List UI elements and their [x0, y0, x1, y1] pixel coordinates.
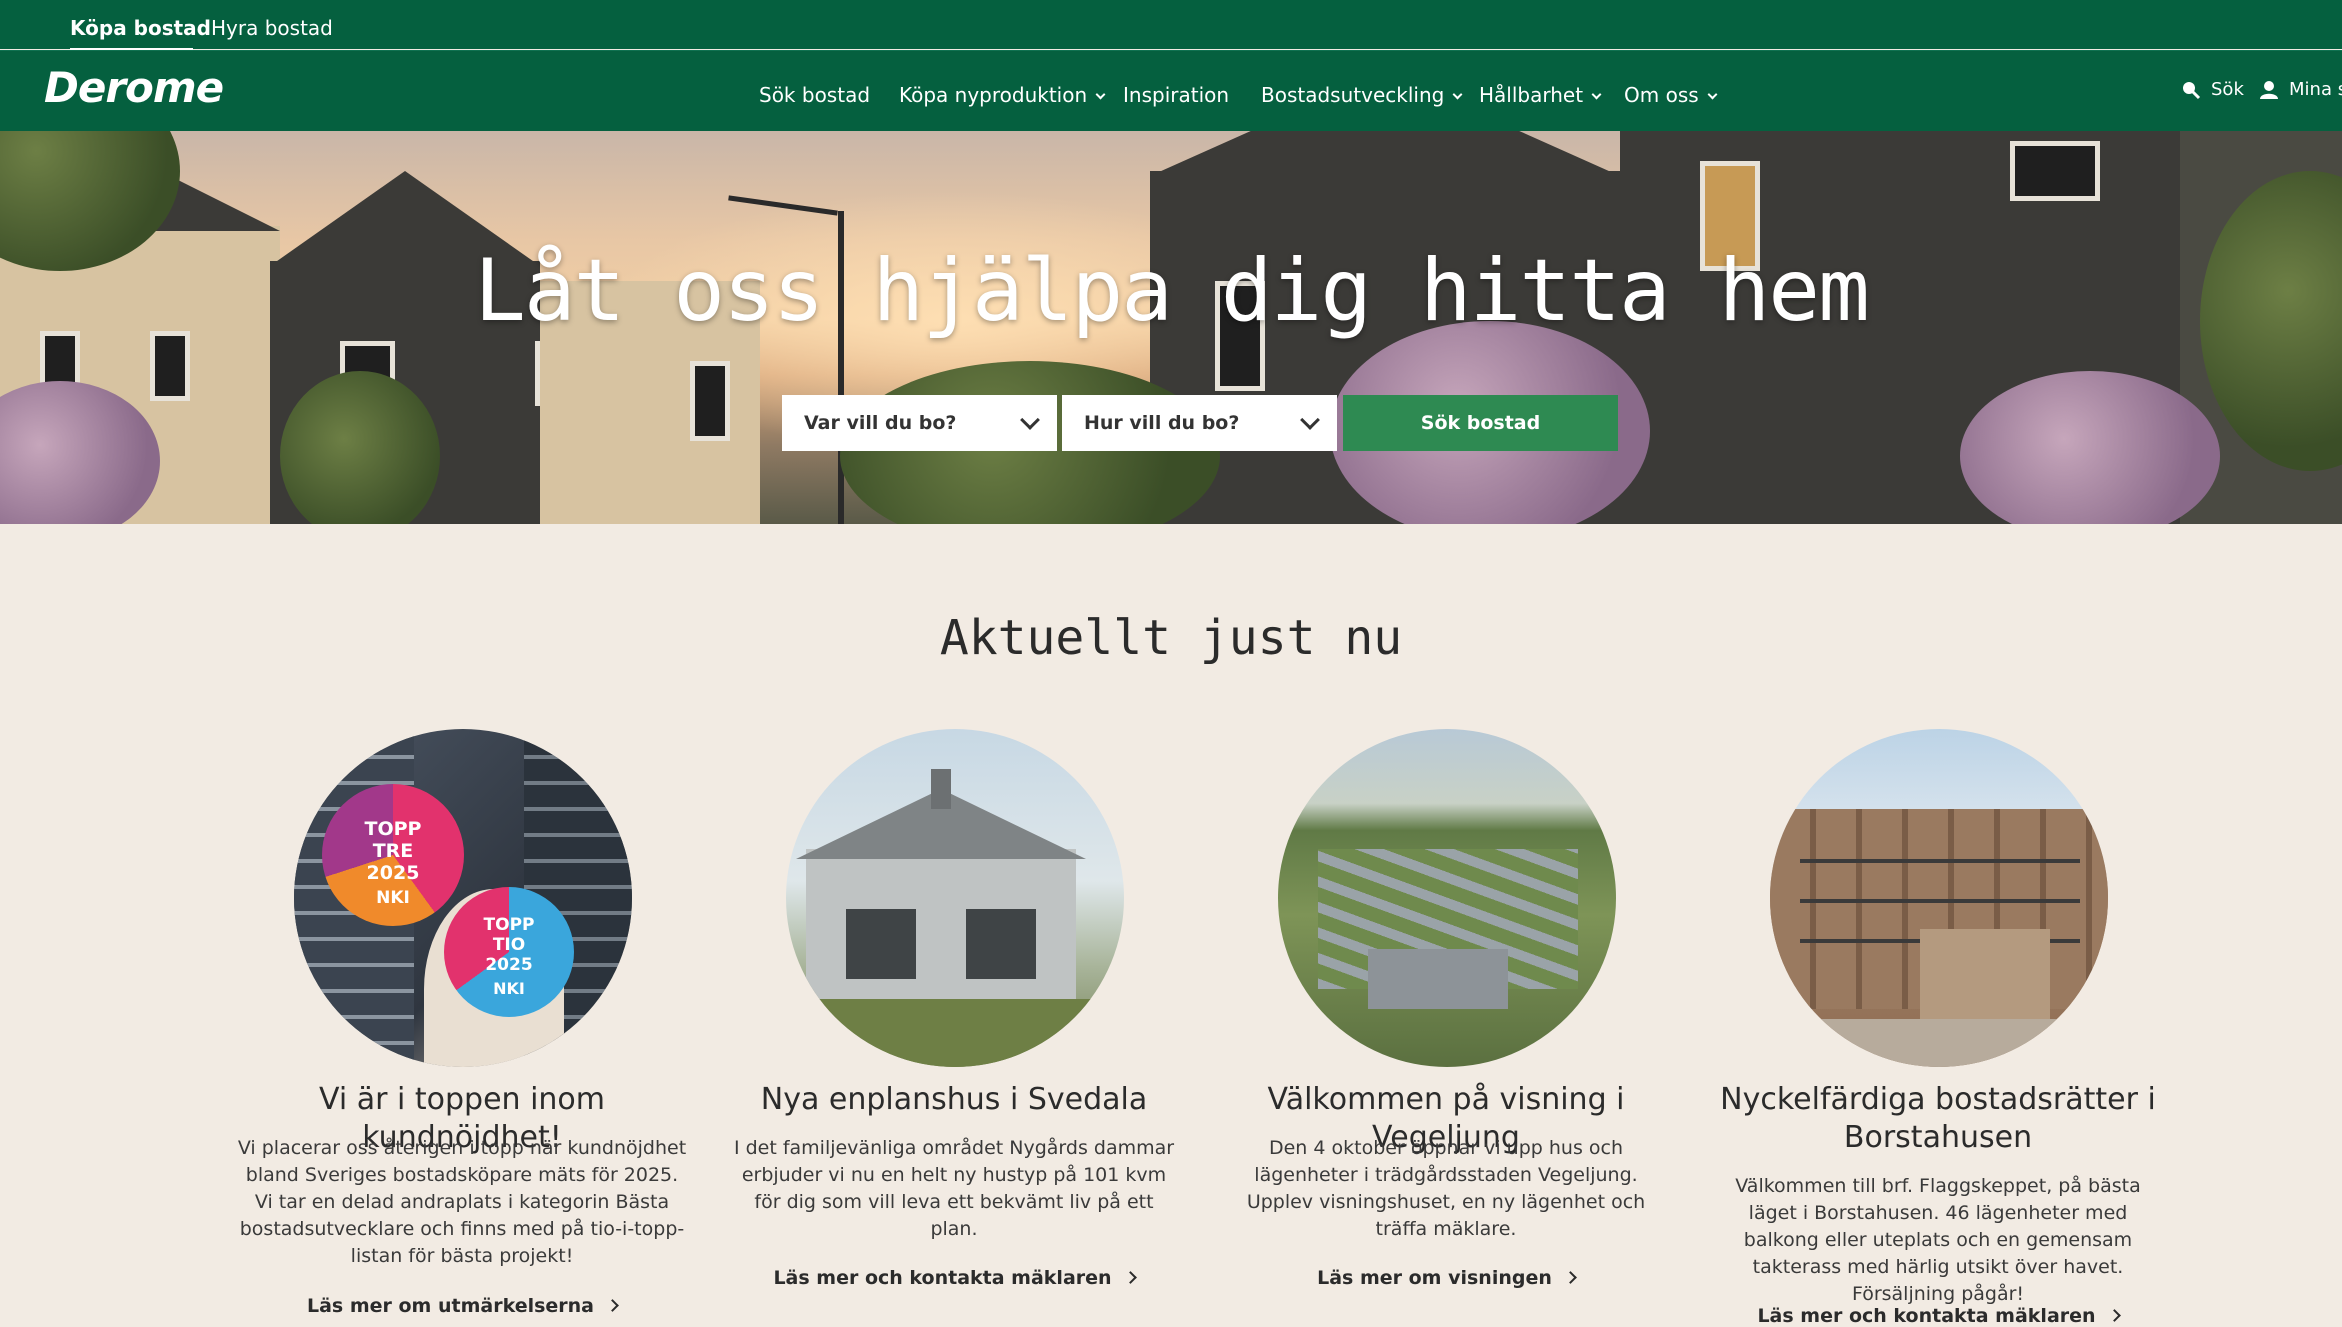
chevron-right-icon: [1123, 1271, 1137, 1284]
nav-item-label: Bostadsutveckling: [1261, 83, 1445, 107]
card-body: I det familjevänliga området Nygårds dam…: [733, 1137, 1175, 1240]
card-image-svedala[interactable]: [786, 729, 1124, 1067]
award-badge-topp-tre: TOPP TRE 2025 NKI: [322, 784, 464, 926]
derome-logo[interactable]: Derome: [44, 63, 224, 112]
chevron-down-icon: [1020, 410, 1040, 430]
nav-item-label: Inspiration: [1123, 83, 1230, 107]
nav-item-om-oss[interactable]: Om oss: [1624, 83, 1718, 107]
chevron-right-icon: [606, 1299, 619, 1312]
search-housing-button[interactable]: Sök bostad: [1343, 395, 1618, 451]
award-badge-topp-tio: TOPP TIO 2025 NKI: [444, 887, 574, 1017]
chevron-right-icon: [1564, 1271, 1577, 1284]
main-navigation: Derome Sök bostad Köpa nyproduktion Insp…: [0, 51, 2342, 131]
card-link[interactable]: Läs mer om visningen: [1211, 1267, 1681, 1289]
card-title: Nyckelfärdiga bostadsrätter i Borstahuse…: [1720, 1082, 2156, 1155]
nav-item-bostadsutveckling[interactable]: Bostadsutveckling: [1261, 83, 1463, 107]
card-body: Välkommen till brf. Flaggskeppet, på bäs…: [1735, 1175, 2141, 1305]
card-link-label: Läs mer om visningen: [1317, 1267, 1552, 1289]
card-body: Den 4 oktober öppnar vi upp hus och läge…: [1246, 1137, 1646, 1240]
chevron-down-icon: [1591, 89, 1602, 100]
location-select-label: Var vill du bo?: [804, 412, 957, 434]
tab-kopa-bostad[interactable]: Köpa bostad: [70, 16, 211, 40]
card-link[interactable]: Läs mer om utmärkelserna: [227, 1295, 697, 1317]
card-link[interactable]: Läs mer och kontakta mäklaren: [719, 1267, 1189, 1289]
nav-item-kopa-nyproduktion[interactable]: Köpa nyproduktion: [899, 83, 1106, 107]
housing-type-select[interactable]: Hur vill du bo?: [1062, 395, 1337, 451]
card-image-awards[interactable]: TOPP TRE 2025 NKI TOPP TIO 2025 NKI: [294, 729, 632, 1067]
search-icon: [2183, 81, 2201, 99]
tab-hyra-bostad[interactable]: Hyra bostad: [211, 16, 333, 40]
chevron-down-icon: [1095, 89, 1106, 100]
search-link[interactable]: Sök: [2181, 79, 2244, 100]
card-image-borstahusen[interactable]: [1770, 729, 2108, 1067]
location-select[interactable]: Var vill du bo?: [782, 395, 1057, 451]
chevron-down-icon: [1707, 89, 1718, 100]
account-label: Mina si: [2289, 79, 2342, 100]
housing-type-select-label: Hur vill du bo?: [1084, 412, 1240, 434]
card-body: Vi placerar oss återigen i topp när kund…: [237, 1137, 687, 1267]
nav-item-label: Sök bostad: [759, 83, 871, 107]
nav-item-label: Hållbarhet: [1479, 83, 1584, 107]
user-icon: [2260, 80, 2278, 99]
hero-title: Låt oss hjälpa dig hitta hem: [474, 241, 1870, 341]
card-link-label: Läs mer om utmärkelserna: [306, 1295, 595, 1317]
card-link-label: Läs mer och kontakta mäklaren: [773, 1267, 1112, 1289]
card-link[interactable]: Läs mer och kontakta mäklaren: [1703, 1305, 2173, 1327]
nav-item-sok-bostad[interactable]: Sök bostad: [759, 83, 870, 107]
nav-item-inspiration[interactable]: Inspiration: [1123, 83, 1229, 107]
top-strip: Köpa bostad Hyra bostad: [0, 0, 2342, 51]
nav-item-hallbarhet[interactable]: Hållbarhet: [1479, 83, 1602, 107]
chevron-down-icon: [1452, 89, 1463, 100]
search-label: Sök: [2211, 79, 2244, 100]
card-image-vegeljung[interactable]: [1278, 729, 1616, 1067]
account-link[interactable]: Mina si: [2259, 79, 2342, 100]
hero-banner: Låt oss hjälpa dig hitta hem Var vill du…: [0, 131, 2342, 524]
chevron-down-icon: [1300, 410, 1320, 430]
card-title: Nya enplanshus i Svedala: [760, 1082, 1148, 1117]
chevron-right-icon: [2107, 1309, 2121, 1322]
section-title: Aktuellt just nu: [939, 610, 1403, 666]
nav-item-label: Om oss: [1624, 83, 1699, 107]
nav-item-label: Köpa nyproduktion: [899, 83, 1088, 107]
card-link-label: Läs mer och kontakta mäklaren: [1757, 1305, 2096, 1327]
